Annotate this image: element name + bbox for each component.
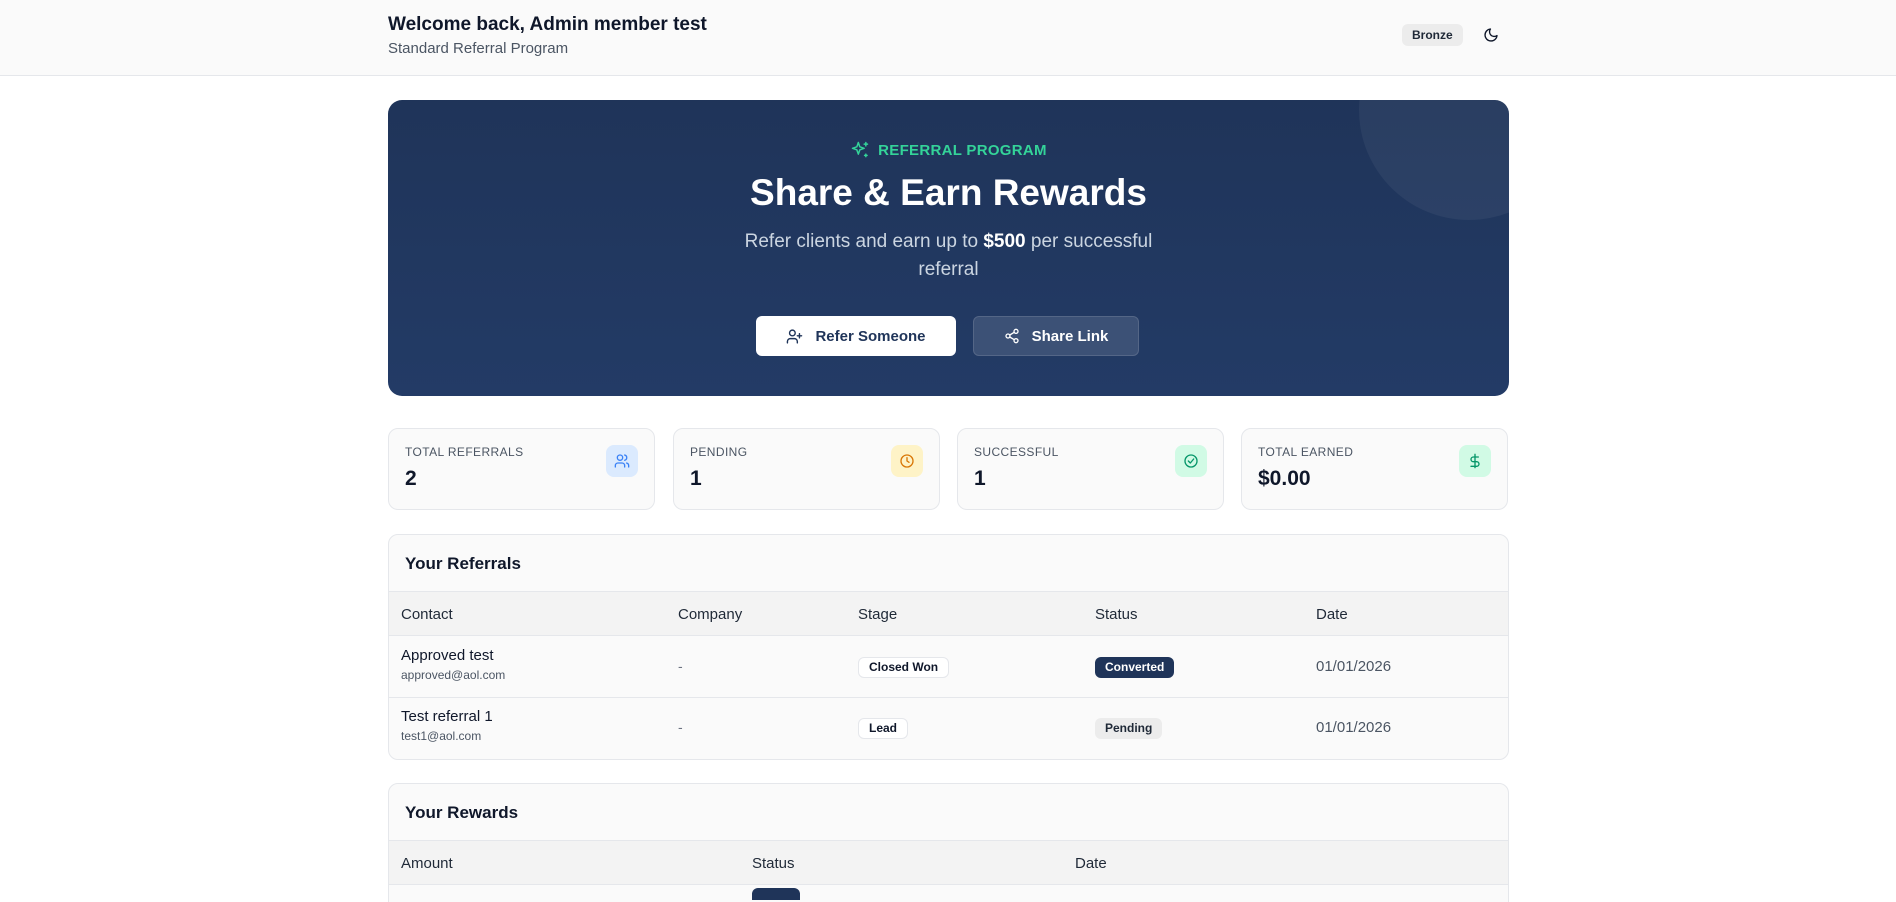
column-header: Stage — [858, 606, 898, 623]
contact-email: approved@aol.com — [401, 668, 506, 682]
column-header: Contact — [401, 606, 453, 623]
company-cell: - — [678, 719, 683, 735]
share-link-label: Share Link — [1031, 327, 1109, 345]
hero-eyebrow: REFERRAL PROGRAM — [388, 140, 1509, 160]
lead-amount: $500 — [983, 231, 1026, 252]
stat-label: TOTAL REFERRALS — [405, 445, 524, 459]
referrals-title: Your Referrals — [405, 554, 521, 573]
contact-email: test1@aol.com — [401, 729, 482, 743]
lead-text-start: Refer clients and earn up to — [744, 231, 984, 252]
status-badge: Converted — [1095, 657, 1175, 678]
sparkles-icon — [851, 141, 869, 158]
referral-hero-banner: REFERRAL PROGRAM Share & Earn Rewards Re… — [388, 100, 1509, 396]
page-title: Welcome back, Admin member test — [388, 14, 707, 35]
hero-headline: Share & Earn Rewards — [750, 172, 1147, 213]
table-row[interactable]: Approved test approved@aol.com - Closed … — [389, 637, 1508, 698]
refer-someone-button[interactable]: Refer Someone — [756, 316, 956, 356]
users-icon — [606, 445, 638, 477]
contact-name: Approved test — [401, 647, 494, 664]
contact-name: Test referral 1 — [401, 708, 493, 725]
stat-value: 1 — [690, 467, 702, 490]
share-icon — [1004, 328, 1019, 344]
stat-label: TOTAL EARNED — [1258, 445, 1354, 459]
date-cell: 01/01/2026 — [1316, 658, 1392, 675]
stage-badge: Lead — [858, 718, 909, 739]
column-header: Company — [678, 606, 743, 623]
stat-label: SUCCESSFUL — [974, 445, 1059, 459]
check-circle-icon — [1175, 445, 1207, 477]
column-header: Status — [1095, 606, 1138, 623]
hero-lead-text: Refer clients and earn up to $500 per su… — [728, 228, 1169, 284]
stat-label: PENDING — [690, 445, 748, 459]
referrals-table-header: Contact Company Stage Status Date — [389, 591, 1508, 636]
program-subtitle: Standard Referral Program — [388, 40, 569, 57]
stat-card-pending: PENDING 1 — [673, 428, 940, 510]
stat-card-successful: SUCCESSFUL 1 — [957, 428, 1224, 510]
column-header: Status — [752, 855, 795, 872]
stat-value: 1 — [974, 467, 986, 490]
stat-value: $0.00 — [1258, 467, 1311, 490]
column-header: Date — [1075, 855, 1107, 872]
hero-eyebrow-label: REFERRAL PROGRAM — [878, 141, 1047, 159]
rewards-table-header: Amount Status Date — [389, 840, 1508, 885]
rewards-card: Your Rewards Amount Status Date — [388, 783, 1509, 902]
stage-badge: Closed Won — [858, 657, 950, 678]
date-cell: 01/01/2026 — [1316, 719, 1392, 736]
theme-toggle-button[interactable] — [1478, 22, 1504, 48]
dollar-icon — [1459, 445, 1491, 477]
stat-card-total-referrals: TOTAL REFERRALS 2 — [388, 428, 655, 510]
stat-card-total-earned: TOTAL EARNED $0.00 — [1241, 428, 1508, 510]
tier-badge: Bronze — [1402, 24, 1463, 46]
column-header: Date — [1316, 606, 1348, 623]
rewards-title: Your Rewards — [405, 803, 519, 822]
share-link-button[interactable]: Share Link — [973, 316, 1139, 356]
clock-icon — [891, 445, 923, 477]
referrals-card: Your Referrals Contact Company Stage Sta… — [388, 534, 1509, 760]
table-row[interactable]: Test referral 1 test1@aol.com - Lead Pen… — [389, 698, 1508, 759]
top-header: Welcome back, Admin member test Standard… — [0, 0, 1896, 76]
user-plus-icon — [787, 328, 803, 344]
status-badge: Pending — [1095, 718, 1163, 739]
company-cell: - — [678, 658, 683, 674]
stat-value: 2 — [405, 467, 417, 490]
refer-someone-label: Refer Someone — [815, 327, 926, 345]
column-header: Amount — [401, 855, 453, 872]
moon-icon — [1484, 28, 1498, 42]
status-badge — [752, 888, 800, 900]
